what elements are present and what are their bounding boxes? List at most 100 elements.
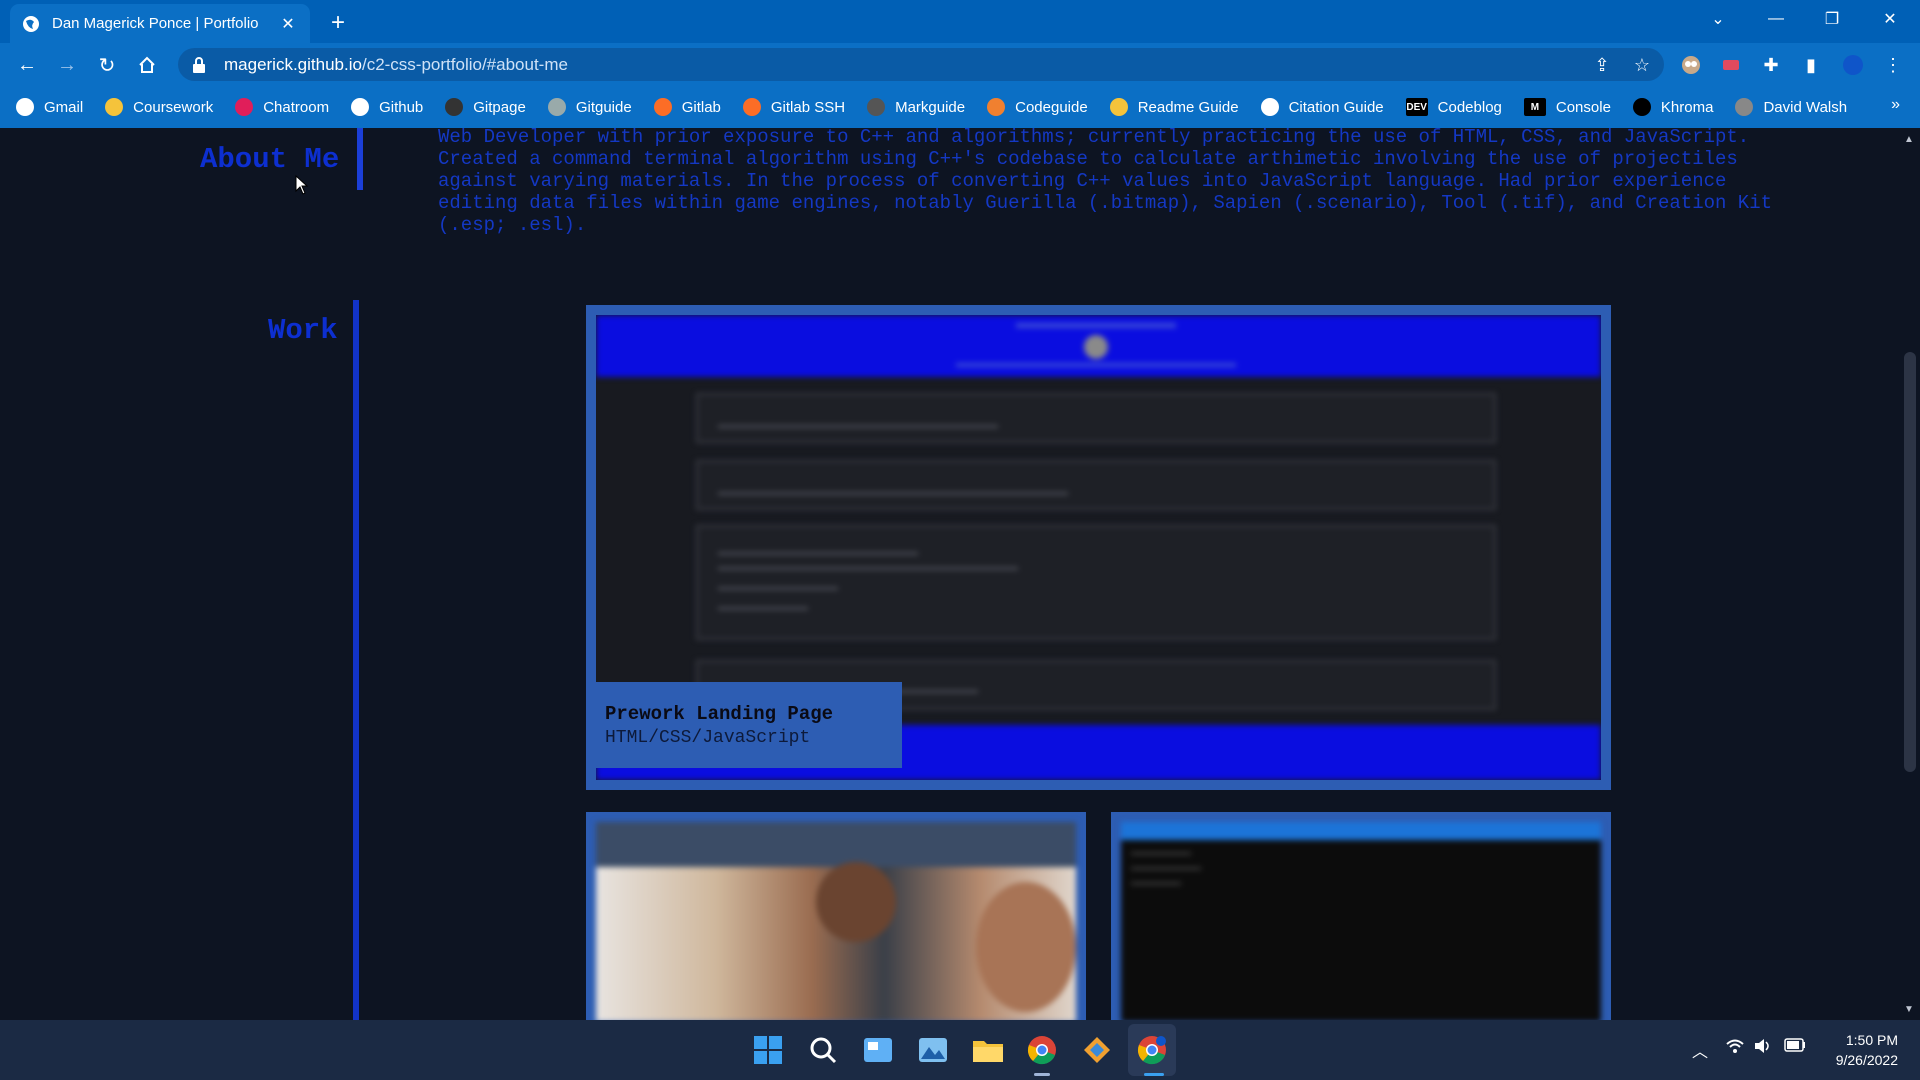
share-icon[interactable]: ⇪ xyxy=(1589,52,1615,78)
volume-icon[interactable] xyxy=(1754,1038,1772,1059)
bookmark-citation-guide[interactable]: Citation Guide xyxy=(1260,98,1384,116)
minimize-button[interactable]: — xyxy=(1748,0,1804,38)
gmail-icon xyxy=(16,98,34,116)
windows-taskbar: ︿ 1:50 PM 9/26/2022 xyxy=(0,1020,1920,1080)
lock-icon[interactable] xyxy=(192,56,206,73)
bookmark-github[interactable]: Github xyxy=(351,98,423,116)
bookmark-label: Coursework xyxy=(133,98,214,116)
close-tab-icon[interactable]: ✕ xyxy=(278,14,298,34)
project-caption: Prework Landing Page HTML/CSS/JavaScript xyxy=(596,682,902,768)
show-hidden-icons-icon[interactable]: ︿ xyxy=(1692,1038,1708,1062)
bookmark-coursework[interactable]: Coursework xyxy=(105,98,213,116)
gitlab-icon xyxy=(653,98,672,116)
bookmark-gmail[interactable]: Gmail xyxy=(16,98,83,116)
close-window-button[interactable]: ✕ xyxy=(1862,0,1918,38)
about-heading[interactable]: About Me xyxy=(200,143,339,176)
bookmark-label: Readme Guide xyxy=(1137,98,1239,116)
about-text: Web Developer with prior exposure to C++… xyxy=(438,128,1773,236)
tab-search-icon[interactable]: ⌄ xyxy=(1690,0,1746,38)
git-app-icon[interactable] xyxy=(1079,1032,1115,1068)
forward-button[interactable]: → xyxy=(54,52,80,78)
coursework-icon xyxy=(105,98,124,116)
bookmark-label: Gitpage xyxy=(473,98,526,116)
bookmark-gitpage[interactable]: Gitpage xyxy=(445,98,526,116)
wifi-icon[interactable] xyxy=(1726,1038,1744,1059)
project-title[interactable]: Prework Landing Page xyxy=(605,703,893,725)
bookmark-markguide[interactable]: Markguide xyxy=(867,98,965,116)
bookmark-label: Gitlab xyxy=(681,98,721,116)
bookmark-gitlab[interactable]: Gitlab xyxy=(653,98,721,116)
bookmark-console[interactable]: M Console xyxy=(1523,98,1611,116)
readme-icon xyxy=(1109,98,1128,116)
running-indicator xyxy=(1034,1073,1050,1076)
bookmarks-more-button[interactable]: » xyxy=(1891,96,1900,114)
side-panel-icon[interactable]: ▮ xyxy=(1798,52,1824,78)
markdown-icon xyxy=(867,98,886,116)
bookmark-label: Codeguide xyxy=(1015,98,1088,116)
bookmark-david-walsh[interactable]: David Walsh xyxy=(1735,98,1847,116)
bookmark-codeblog[interactable]: DEV Codeblog xyxy=(1405,98,1502,116)
chrome-profile-icon[interactable] xyxy=(1134,1032,1170,1068)
system-clock[interactable]: 1:50 PM 9/26/2022 xyxy=(1818,1030,1898,1070)
scroll-down-icon[interactable]: ▼ xyxy=(1904,1004,1914,1015)
home-button[interactable] xyxy=(134,52,160,78)
bookmark-readme-guide[interactable]: Readme Guide xyxy=(1109,98,1239,116)
scroll-up-icon[interactable]: ▲ xyxy=(1904,134,1914,145)
bookmark-label: Gitlab SSH xyxy=(770,98,846,116)
bookmark-label: Khroma xyxy=(1660,98,1714,116)
profile-avatar[interactable] xyxy=(1840,52,1866,78)
chrome-icon[interactable] xyxy=(1024,1032,1060,1068)
project-thumbnail xyxy=(596,822,1076,1020)
bookmark-gitlab-ssh[interactable]: Gitlab SSH xyxy=(742,98,846,116)
extension-record-icon[interactable] xyxy=(1718,52,1744,78)
extension-owl-icon[interactable] xyxy=(1678,52,1704,78)
console-icon: M xyxy=(1523,98,1546,116)
tab-portfolio[interactable]: Dan Magerick Ponce | Portfolio ✕ xyxy=(10,4,310,43)
featured-project-card[interactable]: Prework Landing Page HTML/CSS/JavaScript xyxy=(586,305,1611,790)
back-button[interactable]: ← xyxy=(14,52,40,78)
tab-strip: Dan Magerick Ponce | Portfolio ✕ + ⌄ — ❐… xyxy=(0,0,1920,43)
url-host: magerick.github.io xyxy=(224,54,362,74)
restore-button[interactable]: ❐ xyxy=(1804,0,1860,38)
scrollbar-thumb[interactable] xyxy=(1904,352,1916,772)
bookmark-label: Markguide xyxy=(895,98,966,116)
bookmark-label: David Walsh xyxy=(1763,98,1848,116)
portfolio-page: About Me Web Developer with prior exposu… xyxy=(0,128,1900,1020)
extensions-puzzle-icon[interactable]: ✚ xyxy=(1758,52,1784,78)
browser-toolbar: ← → ↻ magerick.github.io/c2-css-portfoli… xyxy=(0,43,1920,86)
file-explorer-icon[interactable] xyxy=(970,1032,1006,1068)
address-bar[interactable]: magerick.github.io/c2-css-portfolio/#abo… xyxy=(178,48,1664,81)
project-thumbnail xyxy=(1121,822,1601,1020)
mouse-cursor-icon xyxy=(295,175,309,195)
github-icon xyxy=(351,98,370,116)
start-menu-icon[interactable] xyxy=(750,1032,786,1068)
menu-kebab-icon[interactable]: ⋮ xyxy=(1880,52,1906,78)
new-tab-button[interactable]: + xyxy=(324,9,352,37)
gitpage-icon xyxy=(445,98,464,116)
clock-time: 1:50 PM xyxy=(1845,1032,1898,1048)
url-path: /c2-css-portfolio/#about-me xyxy=(361,54,568,74)
davidwalsh-icon xyxy=(1735,98,1754,116)
project-tech: HTML/CSS/JavaScript xyxy=(605,728,811,748)
work-heading[interactable]: Work xyxy=(268,314,338,347)
bookmark-gitguide[interactable]: Gitguide xyxy=(547,98,632,116)
bookmark-codeguide[interactable]: Codeguide xyxy=(987,98,1088,116)
bookmark-label: Console xyxy=(1555,98,1611,116)
google-icon xyxy=(1260,98,1279,116)
widgets-icon[interactable] xyxy=(860,1032,896,1068)
search-icon[interactable] xyxy=(805,1032,841,1068)
battery-icon[interactable] xyxy=(1784,1038,1806,1057)
active-indicator xyxy=(1144,1073,1164,1076)
bookmark-star-icon[interactable]: ☆ xyxy=(1629,52,1655,78)
bookmark-khroma[interactable]: Khroma xyxy=(1632,98,1714,116)
photos-icon[interactable] xyxy=(915,1032,951,1068)
project-card-photo[interactable] xyxy=(586,812,1086,1020)
project-card-terminal[interactable] xyxy=(1111,812,1611,1020)
page-scrollbar[interactable]: ▲ ▼ xyxy=(1900,128,1920,1020)
bookmark-label: Citation Guide xyxy=(1288,98,1384,116)
bookmark-chatroom[interactable]: Chatroom xyxy=(235,98,329,116)
globe-icon xyxy=(23,15,39,32)
work-divider xyxy=(353,300,359,1020)
reload-button[interactable]: ↻ xyxy=(94,52,120,78)
bookmarks-bar: Gmail Coursework Chatroom Github Gitpage Gitg… xyxy=(0,86,1920,128)
